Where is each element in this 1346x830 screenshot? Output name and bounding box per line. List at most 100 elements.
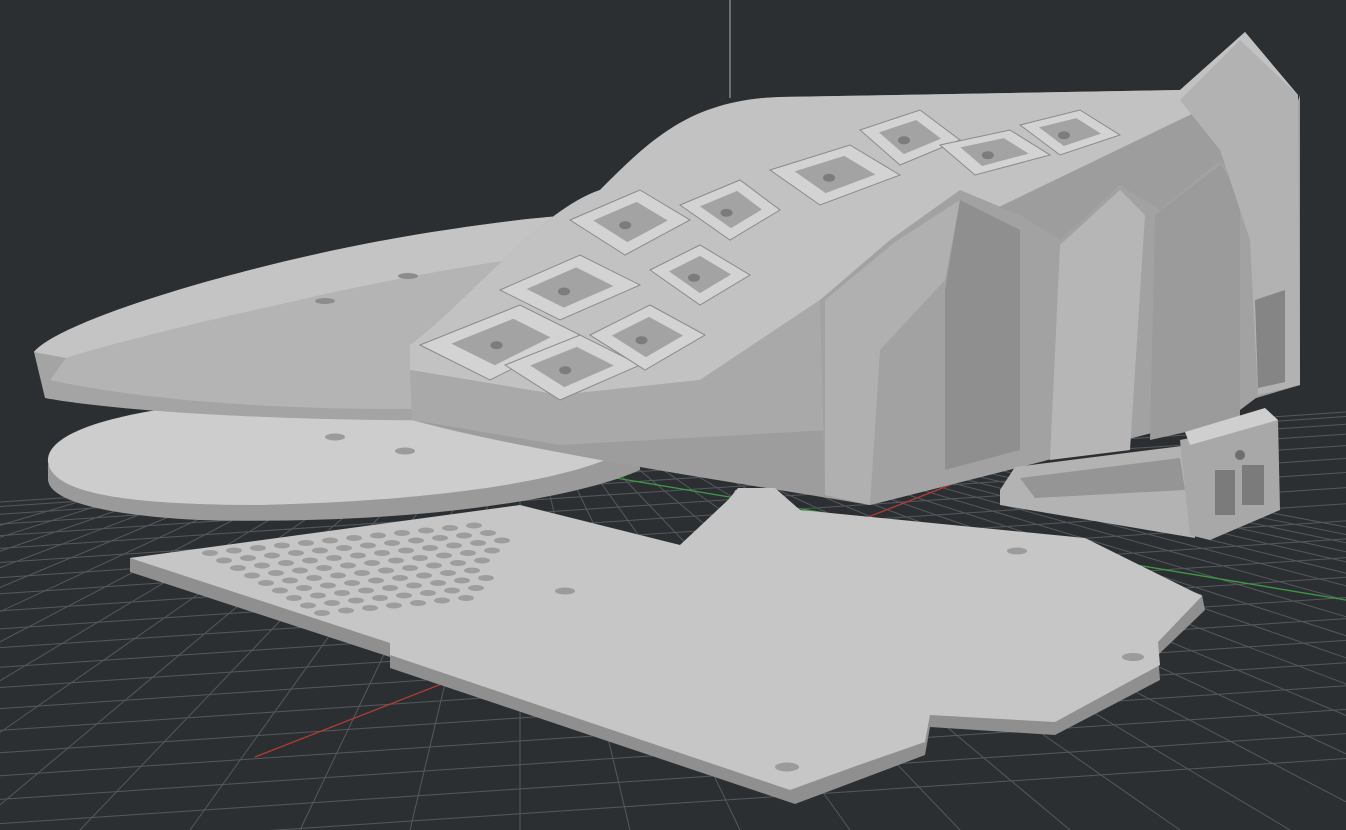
switch-pin-hole	[559, 366, 572, 375]
switch-pin-hole	[981, 151, 994, 160]
vent-hole	[426, 562, 442, 569]
vent-hole	[408, 537, 424, 544]
vent-hole	[416, 572, 432, 579]
vent-hole	[484, 547, 500, 554]
vent-hole	[440, 570, 456, 576]
switch-pin-hole	[898, 136, 910, 145]
vent-hole	[384, 540, 400, 546]
vent-hole	[432, 535, 448, 541]
vent-hole	[464, 567, 480, 574]
vent-hole	[302, 557, 318, 564]
vent-hole	[402, 565, 418, 571]
vent-hole	[358, 587, 374, 594]
vent-hole	[410, 600, 426, 606]
vent-hole	[422, 545, 438, 551]
vent-hole	[406, 582, 422, 589]
vent-hole	[272, 587, 288, 594]
screw-hole	[1007, 547, 1027, 555]
vent-hole	[298, 540, 314, 546]
vent-hole	[338, 607, 354, 614]
vent-hole	[494, 537, 510, 544]
vent-hole	[436, 552, 452, 559]
vent-hole	[394, 530, 410, 536]
vent-hole	[478, 575, 494, 581]
switch-pin-hole	[688, 273, 700, 282]
screw-hole	[1122, 653, 1144, 661]
vent-hole	[300, 602, 316, 609]
vent-hole	[368, 577, 384, 584]
vent-hole	[244, 572, 260, 579]
vent-hole	[348, 597, 364, 604]
vent-hole	[470, 540, 486, 546]
vent-hole	[278, 560, 294, 566]
scene-canvas[interactable]	[0, 0, 1346, 830]
vent-hole	[386, 602, 402, 609]
vent-hole	[364, 560, 380, 566]
vent-hole	[382, 585, 398, 591]
switch-pin-hole	[490, 341, 503, 350]
vent-hole	[460, 550, 476, 556]
vent-hole	[420, 590, 436, 596]
switch-pin-hole	[720, 208, 733, 217]
tray-hole	[398, 273, 418, 279]
vent-hole	[344, 580, 360, 586]
vent-hole	[258, 580, 274, 586]
vent-hole	[314, 610, 330, 616]
vent-hole	[442, 525, 458, 531]
vent-hole	[326, 555, 342, 561]
screw-hole	[555, 587, 575, 595]
vent-hole	[412, 555, 428, 561]
vent-hole	[396, 592, 412, 599]
vent-hole	[454, 577, 470, 584]
vent-hole	[392, 575, 408, 581]
vent-hole	[334, 590, 350, 596]
vent-hole	[450, 560, 466, 566]
switch-pin-hole	[823, 173, 835, 182]
vent-hole	[306, 575, 322, 581]
vent-hole	[286, 595, 302, 601]
vent-hole	[268, 570, 284, 576]
vent-hole	[282, 577, 298, 584]
vent-hole	[264, 552, 280, 559]
vent-hole	[388, 557, 404, 564]
screw-hole	[395, 447, 415, 455]
vent-hole	[288, 550, 304, 556]
vent-hole	[346, 535, 362, 541]
vent-hole	[274, 542, 290, 549]
grid-line	[269, 758, 1346, 830]
tray-hole	[315, 298, 335, 304]
vent-hole	[310, 592, 326, 599]
vent-hole	[324, 600, 340, 606]
vent-hole	[434, 597, 450, 604]
vent-hole	[418, 527, 434, 534]
vent-hole	[230, 565, 246, 571]
vent-hole	[468, 585, 484, 591]
vent-hole	[240, 555, 256, 561]
vent-hole	[354, 570, 370, 576]
screw-hole	[325, 433, 345, 441]
vent-hole	[320, 582, 336, 589]
vent-hole	[444, 587, 460, 594]
vent-hole	[456, 532, 472, 539]
vent-hole	[458, 595, 474, 601]
vent-hole	[226, 547, 242, 554]
switch-pin-hole	[558, 287, 570, 296]
vent-hole	[336, 545, 352, 551]
vent-hole	[474, 557, 490, 564]
vent-hole	[374, 550, 390, 556]
vent-hole	[296, 585, 312, 591]
vent-hole	[216, 557, 232, 564]
3d-viewport[interactable]	[0, 0, 1346, 830]
switch-pin-hole	[635, 336, 648, 345]
vent-hole	[372, 595, 388, 601]
vent-hole	[350, 552, 366, 559]
vent-hole	[362, 605, 378, 611]
vent-hole	[312, 547, 328, 554]
vent-hole	[430, 580, 446, 586]
vent-hole	[330, 572, 346, 579]
vent-hole	[322, 537, 338, 544]
vent-hole	[398, 547, 414, 554]
vent-hole	[202, 550, 218, 556]
vent-hole	[316, 565, 332, 571]
vent-hole	[254, 562, 270, 569]
